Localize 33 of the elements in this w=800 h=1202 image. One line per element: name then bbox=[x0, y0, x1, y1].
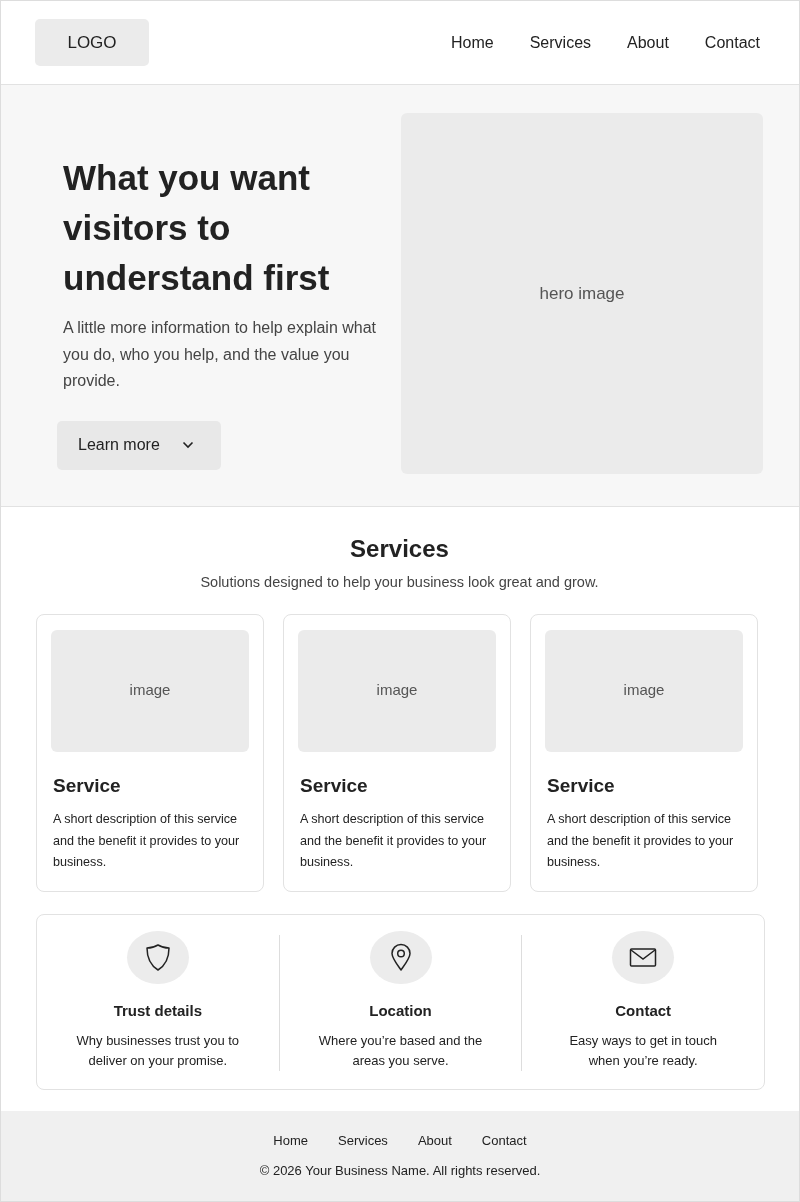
copyright-text: © 2026 Your Business Name. All rights reserved. bbox=[259, 1161, 541, 1180]
nav-link[interactable]: Services bbox=[529, 30, 592, 55]
footer-link[interactable]: Home bbox=[273, 1131, 308, 1151]
feature-text: Where you’re based and the areas you serve. bbox=[317, 1031, 484, 1070]
section-heading: Services bbox=[349, 535, 450, 564]
card-text: A short description of this service and the benefit it provides to your business. bbox=[547, 811, 735, 872]
hero-heading: What you want visitors to understand first bbox=[63, 157, 331, 299]
caret-icon bbox=[181, 441, 194, 449]
feature-text: Easy ways to get in touch when you’re ready. bbox=[568, 1031, 718, 1070]
card-title: Service bbox=[547, 773, 616, 798]
footer-link[interactable]: About bbox=[417, 1131, 452, 1151]
card-title: Service bbox=[53, 773, 122, 798]
card-title: Service bbox=[300, 773, 369, 798]
hero-text: A little more information to help explain what you do, who you help, and the value you provide. bbox=[63, 318, 377, 391]
logo[interactable]: LOGO bbox=[35, 19, 149, 66]
card-text: A short description of this service and the benefit it provides to your business. bbox=[300, 811, 488, 872]
footer-link[interactable]: Services bbox=[338, 1131, 388, 1151]
feature-title: Trust details bbox=[113, 1001, 202, 1022]
feature-title: Contact bbox=[615, 1001, 672, 1022]
nav-link[interactable]: About bbox=[627, 30, 669, 55]
learn-more-button[interactable]: Learn more bbox=[57, 420, 221, 470]
placeholder-label: image bbox=[376, 680, 418, 701]
card-text: A short description of this service and the benefit it provides to your business. bbox=[53, 811, 241, 872]
section-subtitle: Solutions designed to help your business look great and grow. bbox=[199, 572, 600, 592]
nav-link[interactable]: Home bbox=[451, 30, 494, 55]
nav-link[interactable]: Contact bbox=[704, 30, 760, 55]
placeholder-label: image bbox=[129, 680, 171, 701]
placeholder-label: hero image bbox=[539, 282, 625, 305]
footer-link[interactable]: Contact bbox=[481, 1131, 527, 1151]
shield-icon bbox=[143, 942, 172, 972]
placeholder-label: image bbox=[623, 680, 665, 701]
feature-title: Location bbox=[369, 1001, 432, 1022]
feature-text: Why businesses trust you to deliver on your promise. bbox=[75, 1031, 241, 1070]
